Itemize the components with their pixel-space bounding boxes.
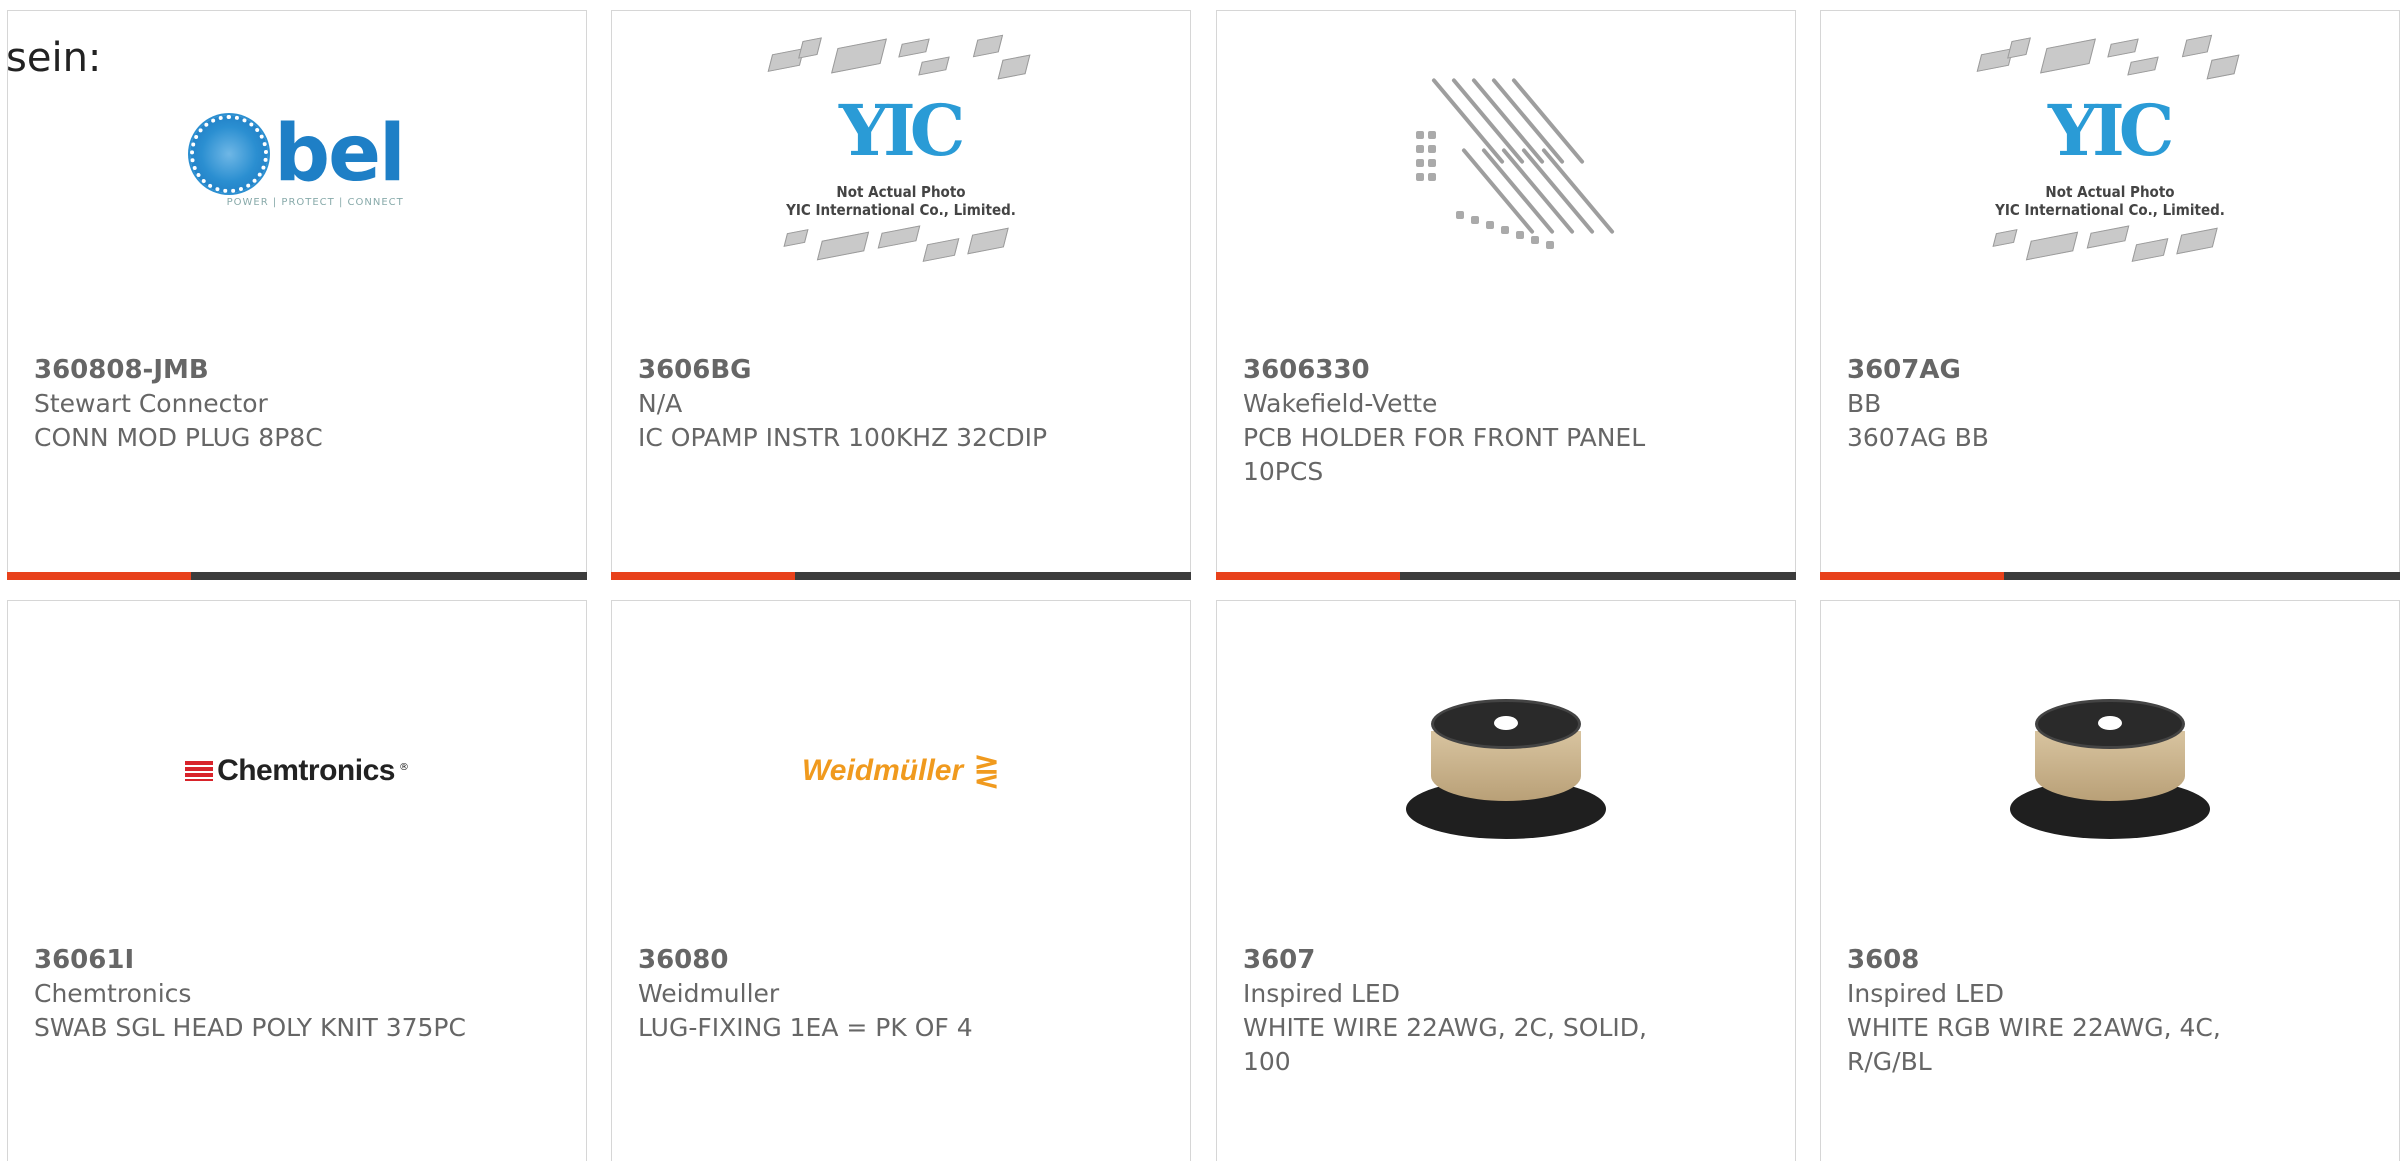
product-image[interactable]: Weidmüller ⋛: [612, 601, 1190, 941]
product-image[interactable]: YIC Not Actual Photo YIC International C…: [1821, 11, 2399, 351]
card-bottom-bar: [611, 572, 1191, 580]
yic-placeholder-icon: YIC Not Actual Photo YIC International C…: [761, 31, 1041, 281]
product-card[interactable]: Chemtronics ® 36061I Chemtronics SWAB SG…: [7, 600, 587, 1161]
yic-placeholder-icon: YIC Not Actual Photo YIC International C…: [1970, 31, 2250, 281]
pcb-holders-photo-icon: [1406, 61, 1615, 261]
product-card[interactable]: bel POWER | PROTECT | CONNECT 360808-JMB…: [7, 10, 587, 580]
manufacturer: Chemtronics: [34, 979, 192, 1008]
part-number[interactable]: 36061I: [34, 943, 566, 977]
description: WHITE RGB WIRE 22AWG, 4C, R/G/BL: [1847, 1013, 2221, 1076]
manufacturer: Inspired LED: [1847, 979, 2004, 1008]
card-bottom-bar: [1216, 572, 1796, 580]
chemtronics-logo-icon: Chemtronics ®: [185, 754, 409, 788]
product-image[interactable]: [1217, 11, 1795, 351]
product-image[interactable]: Chemtronics ®: [8, 601, 586, 941]
manufacturer: Stewart Connector: [34, 389, 268, 418]
product-card[interactable]: 3608 Inspired LED WHITE RGB WIRE 22AWG, …: [1820, 600, 2400, 1161]
manufacturer: Inspired LED: [1243, 979, 1400, 1008]
part-number[interactable]: 3608: [1847, 943, 2379, 977]
part-number[interactable]: 3606BG: [638, 353, 1170, 387]
product-card[interactable]: YIC Not Actual Photo YIC International C…: [611, 10, 1191, 580]
card-bottom-bar: [7, 572, 587, 580]
bel-logo-icon: bel POWER | PROTECT | CONNECT: [190, 114, 406, 208]
wire-spool-photo-icon: [1406, 671, 1606, 871]
manufacturer: Wakefield-Vette: [1243, 389, 1438, 418]
description: WHITE WIRE 22AWG, 2C, SOLID, 100: [1243, 1013, 1647, 1076]
part-number[interactable]: 3607AG: [1847, 353, 2379, 387]
product-card[interactable]: YIC Not Actual Photo YIC International C…: [1820, 10, 2400, 580]
wire-spool-photo-icon: [2010, 671, 2210, 871]
part-number[interactable]: 36080: [638, 943, 1170, 977]
part-number[interactable]: 3606330: [1243, 353, 1775, 387]
lead-text: sein:: [6, 35, 102, 81]
product-image[interactable]: YIC Not Actual Photo YIC International C…: [612, 11, 1190, 351]
product-grid: bel POWER | PROTECT | CONNECT 360808-JMB…: [0, 0, 2400, 1161]
product-card[interactable]: 3606330 Wakefield-Vette PCB HOLDER FOR F…: [1216, 10, 1796, 580]
description: IC OPAMP INSTR 100KHZ 32CDIP: [638, 423, 1048, 452]
manufacturer: Weidmuller: [638, 979, 780, 1008]
description: LUG-FIXING 1EA = PK OF 4: [638, 1013, 973, 1042]
description: 3607AG BB: [1847, 423, 1989, 452]
part-number[interactable]: 360808-JMB: [34, 353, 566, 387]
part-number[interactable]: 3607: [1243, 943, 1775, 977]
product-card[interactable]: Weidmüller ⋛ 36080 Weidmuller LUG-FIXING…: [611, 600, 1191, 1161]
card-bottom-bar: [1820, 572, 2400, 580]
description: PCB HOLDER FOR FRONT PANEL 10PCS: [1243, 423, 1646, 486]
product-image[interactable]: [1217, 601, 1795, 941]
manufacturer: N/A: [638, 389, 683, 418]
manufacturer: BB: [1847, 389, 1882, 418]
product-image[interactable]: [1821, 601, 2399, 941]
weidmuller-logo-icon: Weidmüller ⋛: [802, 752, 1000, 790]
description: SWAB SGL HEAD POLY KNIT 375PC: [34, 1013, 466, 1042]
product-card[interactable]: 3607 Inspired LED WHITE WIRE 22AWG, 2C, …: [1216, 600, 1796, 1161]
description: CONN MOD PLUG 8P8C: [34, 423, 323, 452]
